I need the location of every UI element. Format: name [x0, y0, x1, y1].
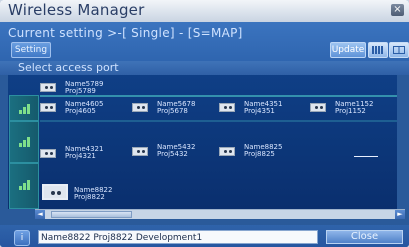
- section-label: Select access port: [18, 61, 119, 74]
- update-button[interactable]: Update: [330, 42, 366, 58]
- access-point-proj: Proj1152: [335, 107, 366, 115]
- split-view-icon: [393, 46, 405, 54]
- access-point-proj: Proj8822: [74, 193, 105, 201]
- bottom-bar: i Name8822 Proj8822 Development1 Close: [0, 225, 409, 247]
- selected-port-field: Name8822 Proj8822 Development1: [38, 230, 318, 244]
- setting-button[interactable]: Setting: [11, 42, 51, 58]
- scroll-left-arrow[interactable]: ◄: [35, 210, 45, 219]
- window-close-button[interactable]: ×: [391, 4, 404, 16]
- signal-band-weak[interactable]: [9, 163, 39, 209]
- access-point-icon: [132, 103, 148, 112]
- access-point-icon: [40, 149, 56, 158]
- window-title: Wireless Manager: [8, 1, 145, 19]
- split-view-button[interactable]: [389, 42, 409, 58]
- access-point-icon: [40, 103, 56, 112]
- access-point-proj: Proj4351: [244, 107, 275, 115]
- access-point-proj: Proj5789: [65, 87, 96, 95]
- access-point-icon: [42, 184, 68, 200]
- link-line: [354, 156, 378, 157]
- signal-band-medium[interactable]: [9, 121, 39, 163]
- info-button[interactable]: i: [14, 230, 30, 246]
- signal-medium-icon: [19, 137, 31, 147]
- access-point-proj: Proj5678: [157, 107, 188, 115]
- access-port-map: Name5789 Proj5789 Name4605 Proj4605 Name…: [8, 75, 397, 209]
- close-button[interactable]: Close: [326, 230, 403, 244]
- signal-bands: [8, 75, 40, 209]
- access-point-proj: Proj8825: [244, 150, 275, 158]
- access-point-icon: [310, 103, 326, 112]
- access-point-icon: [219, 147, 235, 156]
- access-point-icon: [40, 83, 56, 92]
- row-divider: [40, 120, 397, 122]
- wireless-manager-window: Wireless Manager × Current setting >-[ S…: [0, 0, 409, 247]
- grid-view-icon: [372, 46, 384, 54]
- access-point-icon: [132, 147, 148, 156]
- signal-weak-icon: [19, 180, 31, 190]
- select-access-port-bar: Select access port: [0, 61, 409, 75]
- row-divider: [40, 95, 397, 97]
- access-point-proj: Proj4321: [65, 152, 96, 160]
- horizontal-scrollbar[interactable]: ◄ ►: [35, 209, 405, 219]
- scroll-right-arrow[interactable]: ►: [395, 210, 405, 219]
- grid-view-button[interactable]: [368, 42, 388, 58]
- signal-strong-icon: [19, 104, 31, 114]
- scroll-thumb[interactable]: [51, 211, 132, 218]
- signal-band-strong[interactable]: [9, 95, 39, 121]
- access-point-icon: [219, 103, 235, 112]
- current-setting-text: Current setting >-[ Single] - [S=MAP]: [8, 26, 243, 40]
- access-point-proj: Proj4605: [65, 107, 96, 115]
- access-point-proj: Proj5432: [157, 150, 188, 158]
- title-bar: Wireless Manager ×: [0, 0, 409, 22]
